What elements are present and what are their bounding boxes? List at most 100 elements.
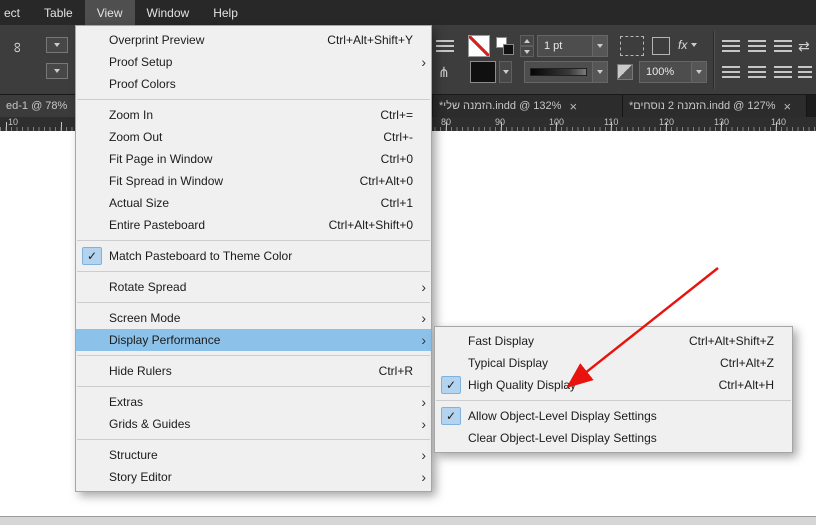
ruler-label: 10 (8, 117, 19, 127)
menu-item-display-performance[interactable]: Display Performance › (76, 329, 431, 351)
paragraph-align-center-icon[interactable] (748, 40, 766, 52)
menu-item-typical-display[interactable]: Typical Display Ctrl+Alt+Z (435, 352, 792, 374)
menubar-item-help[interactable]: Help (201, 0, 250, 25)
display-performance-submenu: Fast Display Ctrl+Alt+Shift+Z Typical Di… (434, 326, 793, 453)
chevron-down-icon[interactable] (592, 36, 607, 56)
menu-item-high-quality-display[interactable]: ✓ High Quality Display Ctrl+Alt+H (435, 374, 792, 396)
menu-item-label: Proof Setup (109, 55, 173, 69)
menu-item-fast-display[interactable]: Fast Display Ctrl+Alt+Shift+Z (435, 330, 792, 352)
vertical-align-bottom-icon[interactable] (774, 66, 792, 78)
fill-color-dropdown[interactable] (499, 61, 512, 83)
check-space (82, 278, 102, 296)
menu-item-fit-page-in-window[interactable]: Fit Page in Window Ctrl+0 (76, 148, 431, 170)
menu-item-actual-size[interactable]: Actual Size Ctrl+1 (76, 192, 431, 214)
check-space (82, 331, 102, 349)
submenu-arrow-icon: › (421, 54, 426, 70)
link-icon[interactable]: ∞ (9, 39, 26, 57)
menu-item-match-pasteboard-to-theme-color[interactable]: ✓ Match Pasteboard to Theme Color (76, 245, 431, 267)
check-space (82, 172, 102, 190)
check-space (82, 415, 102, 433)
menu-item-rotate-spread[interactable]: Rotate Spread › (76, 276, 431, 298)
menu-item-label: Entire Pasteboard (109, 218, 206, 232)
menu-item-zoom-out[interactable]: Zoom Out Ctrl+- (76, 126, 431, 148)
menu-item-label: Clear Object-Level Display Settings (468, 431, 657, 445)
check-space (82, 468, 102, 486)
menu-separator (77, 240, 430, 241)
ruler-label: 130 (714, 117, 730, 127)
menu-item-label: Fit Page in Window (109, 152, 213, 166)
paragraph-align-right-icon[interactable] (774, 40, 792, 52)
fill-stroke-proxy-icon[interactable] (496, 37, 514, 55)
menu-separator (77, 99, 430, 100)
opacity-select[interactable]: 100% (639, 61, 707, 83)
check-space (82, 150, 102, 168)
menu-item-hide-rulers[interactable]: Hide Rulers Ctrl+R (76, 360, 431, 382)
vertical-align-center-icon[interactable] (748, 66, 766, 78)
caret-down-icon (502, 70, 509, 74)
menu-item-structure[interactable]: Structure › (76, 444, 431, 466)
chevron-down-icon[interactable] (592, 62, 607, 82)
view-menu: Overprint Preview Ctrl+Alt+Shift+Y Proof… (75, 25, 432, 492)
menu-item-allow-object-level-display-settings[interactable]: ✓ Allow Object-Level Display Settings (435, 405, 792, 427)
menu-item-story-editor[interactable]: Story Editor › (76, 466, 431, 488)
menubar-item-window[interactable]: Window (135, 0, 202, 25)
document-tab[interactable]: *הזמנה שלי.indd @ 132% × (433, 95, 623, 117)
fit-frame-icon[interactable] (46, 37, 68, 53)
stroke-none-swatch[interactable] (468, 35, 490, 57)
tab-close-icon[interactable]: × (569, 100, 577, 113)
stroke-weight-value: 1 pt (544, 40, 563, 52)
menu-separator (77, 271, 430, 272)
stepper-up-icon[interactable] (520, 35, 534, 46)
check-space (82, 75, 102, 93)
stroke-style-select[interactable] (524, 61, 608, 83)
flip-horizontal-icon[interactable] (436, 40, 454, 52)
menu-item-overprint-preview[interactable]: Overprint Preview Ctrl+Alt+Shift+Y (76, 29, 431, 51)
stroke-weight-stepper[interactable] (520, 35, 534, 57)
toolbar-separator (713, 31, 714, 89)
menubar-item-table[interactable]: Table (32, 0, 85, 25)
caret-down-icon (524, 49, 530, 54)
menu-item-label: Rotate Spread (109, 280, 187, 294)
stepper-down-icon[interactable] (520, 46, 534, 57)
submenu-arrow-icon: › (421, 310, 426, 326)
menu-item-fit-spread-in-window[interactable]: Fit Spread in Window Ctrl+Alt+0 (76, 170, 431, 192)
effects-menu-button[interactable]: fx (678, 38, 698, 52)
submenu-arrow-icon: › (421, 447, 426, 463)
menu-item-label: Zoom In (109, 108, 154, 122)
check-space (441, 429, 461, 447)
menu-item-label: High Quality Display (468, 378, 577, 392)
auto-fit-icon[interactable] (46, 63, 68, 79)
check-space (82, 128, 102, 146)
stroke-weight-select[interactable]: 1 pt (537, 35, 608, 57)
menu-item-label: Display Performance (109, 333, 221, 347)
document-tab[interactable]: *הזמנה 2 נוסחים.indd @ 127% × (623, 95, 807, 117)
paragraph-align-left-icon[interactable] (722, 40, 740, 52)
menu-item-grids-and-guides[interactable]: Grids & Guides › (76, 413, 431, 435)
menu-item-zoom-in[interactable]: Zoom In Ctrl+= (76, 104, 431, 126)
quick-apply-icon[interactable]: ⇄ (798, 38, 810, 56)
check-space (82, 216, 102, 234)
dashed-frame-icon[interactable] (620, 36, 644, 56)
menu-item-clear-object-level-display-settings[interactable]: Clear Object-Level Display Settings (435, 427, 792, 449)
caret-down-icon (597, 44, 603, 48)
menu-item-screen-mode[interactable]: Screen Mode › (76, 307, 431, 329)
menu-item-extras[interactable]: Extras › (76, 391, 431, 413)
menubar-item-object[interactable]: ect (0, 0, 32, 25)
menu-item-shortcut: Ctrl+Alt+Shift+Z (688, 334, 774, 348)
menu-item-proof-setup[interactable]: Proof Setup › (76, 51, 431, 73)
flip-vertical-icon[interactable]: ⋔ (438, 64, 450, 82)
fill-color-swatch[interactable] (470, 61, 496, 83)
submenu-arrow-icon: › (421, 279, 426, 295)
menubar: ect Table View Window Help (0, 0, 816, 25)
chevron-down-icon[interactable] (691, 62, 706, 82)
menu-item-proof-colors[interactable]: Proof Colors (76, 73, 431, 95)
tab-close-icon[interactable]: × (784, 100, 792, 113)
menubar-item-view[interactable]: View (84, 0, 135, 25)
menu-item-label: Fit Spread in Window (109, 174, 224, 188)
menu-item-entire-pasteboard[interactable]: Entire Pasteboard Ctrl+Alt+Shift+0 (76, 214, 431, 236)
menu-item-shortcut: Ctrl+1 (380, 196, 413, 210)
panel-menu-icon[interactable] (798, 66, 812, 78)
check-icon: ✓ (441, 376, 461, 394)
frame-icon[interactable] (652, 37, 670, 55)
vertical-align-top-icon[interactable] (722, 66, 740, 78)
